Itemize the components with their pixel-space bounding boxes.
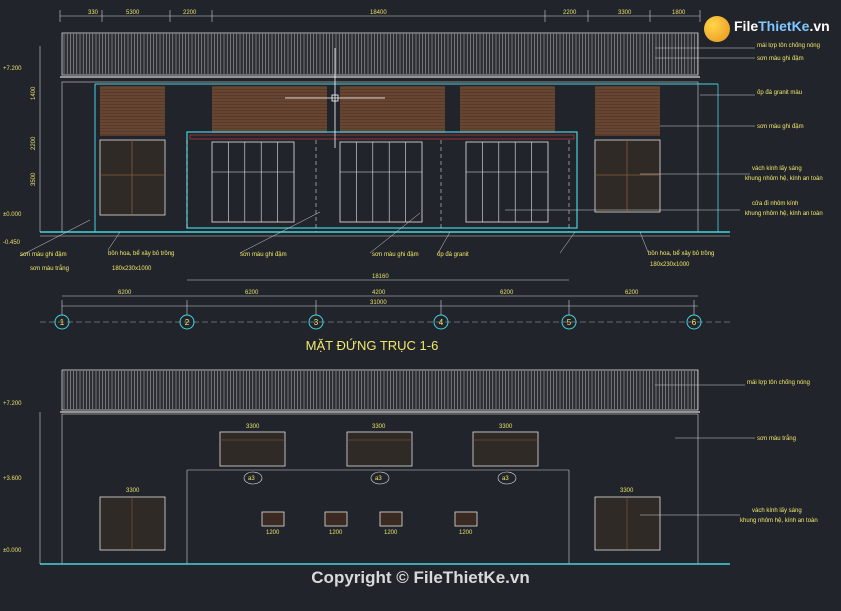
top-dim-4: 18400 xyxy=(370,10,387,16)
note-door: cửa đi nhôm kính xyxy=(752,200,798,207)
level-top: +7.200 xyxy=(3,66,22,72)
tag-1: a3 xyxy=(248,476,255,482)
grid-dim-3: 4200 xyxy=(372,290,386,296)
tag-3: a3 xyxy=(502,476,509,482)
louver-panels xyxy=(100,86,660,136)
top-dim-3: 2200 xyxy=(183,10,197,16)
bnote-paint: sơn màu trắng xyxy=(757,435,796,442)
top-dim-5: 2200 xyxy=(563,10,577,16)
note-frame-2: khung nhôm hệ, kính an toàn xyxy=(745,211,823,217)
note-frame-1: khung nhôm hệ, kính an toàn xyxy=(745,176,823,182)
bwin-dim-1: 3300 xyxy=(246,424,260,430)
grid-axis-label: 2 xyxy=(185,318,190,327)
note-granite: ốp đá granit màu xyxy=(757,90,802,96)
small-windows xyxy=(261,511,478,527)
grid-axis-label: 6 xyxy=(692,318,697,327)
note-b2: sơn màu trắng xyxy=(30,265,69,272)
grid-dim-2: 6200 xyxy=(245,290,259,296)
bwin-dim-3: 3300 xyxy=(499,424,513,430)
note-paint-1: sơn màu ghi đậm xyxy=(757,56,804,62)
grid-dim-4: 6200 xyxy=(500,290,514,296)
cad-drawing-canvas: 330 5300 2200 18400 2200 3300 1800 +7.20… xyxy=(0,0,841,611)
entrance-doors xyxy=(211,141,549,223)
note-b1: sơn màu ghi đậm xyxy=(20,252,67,258)
note-b9: 180x230x1000 xyxy=(650,262,690,268)
filethietke-logo: FileThietKe.vn xyxy=(700,12,838,48)
left-dim-1: 1400 xyxy=(31,86,37,100)
copyright-watermark: Copyright © FileThietKe.vn xyxy=(311,568,530,587)
swin-dim-1: 1200 xyxy=(266,530,280,536)
logo-wordmark: FileThietKe.vn xyxy=(734,18,830,34)
note-paint-2: sơn màu ghi đậm xyxy=(757,124,804,130)
note-glass: vách kính lấy sáng xyxy=(752,166,802,172)
note-b6: ốp đá granit xyxy=(437,252,469,258)
grid-axis-label: 4 xyxy=(439,318,444,327)
upper-windows xyxy=(219,431,539,467)
note-b8: bồn hoa, bể xây bỏ trồng xyxy=(648,250,714,257)
note-b3: bồn hoa, bể xây bỏ trồng xyxy=(108,250,174,257)
level-minus: -0.450 xyxy=(3,240,21,246)
top-dim-1: 330 xyxy=(88,10,99,16)
window-right xyxy=(594,139,661,213)
note-b4: 180x230x1000 xyxy=(112,266,152,272)
grid-mid-dim: 18160 xyxy=(372,274,389,280)
left-dim-3: 3500 xyxy=(31,172,37,186)
bnote-frame: khung nhôm hệ, kính an toàn xyxy=(740,518,818,524)
top-dim-2: 5300 xyxy=(126,10,140,16)
level-zero: ±0.000 xyxy=(3,212,22,218)
elevation-title: MẶT ĐỨNG TRỤC 1-6 xyxy=(306,338,439,353)
left-dim-2: 2200 xyxy=(31,136,37,150)
bnote-roof: mái lợp tôn chống nóng xyxy=(747,380,810,386)
top-dim-7: 1800 xyxy=(672,10,686,16)
blevel-3: ±0.000 xyxy=(3,548,22,554)
grid-axis-label: 5 xyxy=(567,318,572,327)
swin-dim-3: 1200 xyxy=(384,530,398,536)
bwin-dim-2: 3300 xyxy=(372,424,386,430)
bwin-dim-5: 3300 xyxy=(620,488,634,494)
top-dim-6: 3300 xyxy=(618,10,632,16)
note-b5: sơn màu ghi đậm xyxy=(240,252,287,258)
bwin-dim-4: 3300 xyxy=(126,488,140,494)
logo-mark-icon xyxy=(704,16,730,42)
window-left xyxy=(99,139,166,216)
roof-sheet-top xyxy=(61,32,699,76)
blevel-2: +3.600 xyxy=(3,476,22,482)
swin-dim-2: 1200 xyxy=(329,530,343,536)
bnote-glass: vách kính lấy sáng xyxy=(752,508,802,514)
roof-sheet-bottom xyxy=(61,369,699,411)
note-b7: sơn màu ghi đậm xyxy=(372,252,419,258)
swin-dim-4: 1200 xyxy=(459,530,473,536)
grid-axis-label: 1 xyxy=(60,318,65,327)
grid-dim-5: 6200 xyxy=(625,290,639,296)
grid-total: 31000 xyxy=(370,300,387,306)
tag-2: a3 xyxy=(375,476,382,482)
blevel-1: +7.200 xyxy=(3,401,22,407)
grid-axis-label: 3 xyxy=(314,318,319,327)
elevation-drawing: 330 5300 2200 18400 2200 3300 1800 +7.20… xyxy=(3,10,823,565)
grid-dim-1: 6200 xyxy=(118,290,132,296)
